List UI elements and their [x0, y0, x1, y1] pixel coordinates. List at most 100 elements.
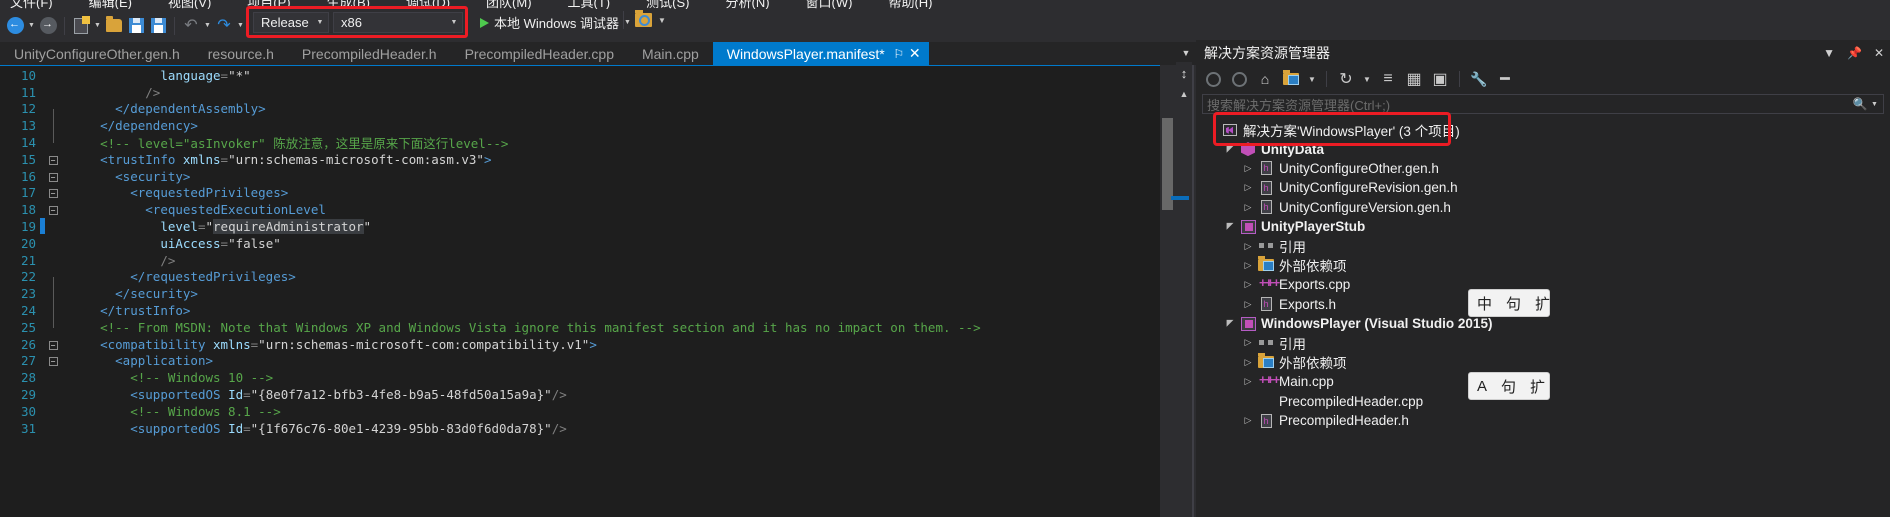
horizontal-splitter-grip[interactable] — [1171, 196, 1189, 200]
collapse-all-icon[interactable]: ≡ — [1377, 68, 1399, 90]
menu-item-11[interactable]: 帮助(H) — [888, 0, 932, 9]
find-in-files-icon[interactable] — [635, 10, 652, 27]
collapse-region-icon[interactable]: − — [48, 340, 58, 350]
code-line[interactable]: 24 </trustInfo> — [0, 302, 1175, 328]
tree-item[interactable]: ▷ UnityConfigureVersion.gen.h — [1196, 198, 1890, 217]
menu-item-10[interactable]: 窗口(W) — [806, 0, 853, 9]
tree-item[interactable]: ▷ 引用 — [1196, 236, 1890, 255]
document-tab-1[interactable]: resource.h — [193, 42, 288, 65]
tree-item[interactable]: ▷ 引用 — [1196, 333, 1890, 352]
fold-margin[interactable]: − — [42, 353, 64, 368]
navigate-back-dropdown-icon[interactable]: ▼ — [26, 15, 37, 37]
code-line[interactable]: 12 </dependentAssembly> — [0, 101, 1175, 126]
solution-platform-dropdown[interactable]: x86 ▼ — [333, 12, 463, 33]
code-line[interactable]: 31 <supportedOS Id="{1f676c76-80e1-4239-… — [0, 420, 1175, 437]
tree-item[interactable]: ▷ UnityConfigureRevision.gen.h — [1196, 178, 1890, 197]
collapsed-twisty-icon[interactable]: ▷ — [1240, 376, 1256, 387]
code-line[interactable]: 17 − <requestedPrivileges> — [0, 185, 1175, 202]
sync-with-active-document-icon[interactable] — [1280, 68, 1302, 90]
code-line[interactable]: 26 − <compatibility xmlns="urn:schemas-mi… — [0, 336, 1175, 353]
tree-item[interactable]: ▷ 外部依赖项 — [1196, 353, 1890, 372]
panel-splitter[interactable] — [1192, 65, 1194, 517]
collapse-region-icon[interactable]: − — [48, 172, 58, 182]
collapse-region-icon[interactable]: − — [48, 357, 58, 367]
editor-split-handle[interactable]: ↕ — [1176, 62, 1192, 84]
code-editor[interactable]: 10 language="*" 11 /> 12 </dependentAssemb… — [0, 65, 1175, 517]
ime-status-bar-top[interactable]: 中句扩 — [1468, 289, 1550, 317]
chevron-down-icon[interactable]: ▼ — [1361, 68, 1373, 90]
code-line[interactable]: 18 − <requestedExecutionLevel — [0, 201, 1175, 218]
solution-tree[interactable]: 解决方案'WindowsPlayer' (3 个项目) ◢ UnityData ▷ Un… — [1196, 120, 1890, 517]
ime-button-0-0[interactable]: 中 — [1477, 293, 1492, 314]
collapsed-twisty-icon[interactable]: ▷ — [1240, 415, 1256, 426]
collapse-region-icon[interactable]: − — [48, 206, 58, 216]
code-line[interactable]: 27 − <application> — [0, 353, 1175, 370]
refresh-icon[interactable]: ↻ — [1335, 68, 1357, 90]
code-line[interactable]: 11 /> — [0, 84, 1175, 101]
show-all-files-icon[interactable]: ▦ — [1403, 68, 1425, 90]
fold-margin[interactable]: − — [42, 185, 64, 200]
ime-button-0-2[interactable]: 扩 — [1535, 293, 1550, 314]
collapse-region-icon[interactable]: − — [48, 155, 58, 165]
chevron-down-icon[interactable]: ▼ — [1871, 101, 1883, 108]
start-debugging-button[interactable]: 本地 Windows 调试器 ▼ — [480, 12, 631, 33]
forward-icon[interactable] — [1228, 68, 1250, 90]
ime-button-1-0[interactable]: A — [1477, 378, 1487, 395]
menu-item-7[interactable]: 工具(T) — [568, 0, 611, 9]
code-line[interactable]: 28 <!-- Windows 10 --> — [0, 369, 1175, 386]
menu-item-1[interactable]: 编辑(E) — [89, 0, 132, 9]
pin-icon[interactable]: ⚐ — [891, 47, 907, 61]
tree-item[interactable]: ◢ UnityPlayerStub — [1196, 217, 1890, 236]
collapsed-twisty-icon[interactable]: ▷ — [1240, 182, 1256, 193]
close-icon[interactable]: ✕ — [1874, 46, 1884, 60]
code-line[interactable]: 25 <!-- From MSDN: Note that Windows XP … — [0, 319, 1175, 336]
code-line[interactable]: 22 </requestedPrivileges> — [0, 269, 1175, 294]
collapsed-twisty-icon[interactable]: ▷ — [1240, 241, 1256, 252]
code-line[interactable]: 15 − <trustInfo xmlns="urn:schemas-micros… — [0, 151, 1175, 168]
back-icon[interactable] — [1202, 68, 1224, 90]
menu-item-6[interactable]: 团队(M) — [486, 0, 532, 9]
collapsed-twisty-icon[interactable]: ▷ — [1240, 299, 1256, 310]
redo-dropdown-icon[interactable]: ▼ — [235, 15, 246, 37]
undo-dropdown-icon[interactable]: ▼ — [202, 15, 213, 37]
ime-status-bar-bottom[interactable]: A句扩 — [1468, 372, 1550, 400]
code-line[interactable]: 16 − <security> — [0, 168, 1175, 185]
code-line[interactable]: 30 <!-- Windows 8.1 --> — [0, 403, 1175, 420]
tree-item[interactable]: ▷ PrecompiledHeader.h — [1196, 411, 1890, 430]
collapsed-twisty-icon[interactable]: ▷ — [1240, 202, 1256, 213]
ime-button-1-1[interactable]: 句 — [1501, 376, 1516, 397]
tree-item[interactable]: ▷ 外部依赖项 — [1196, 256, 1890, 275]
fold-margin[interactable]: − — [42, 169, 64, 184]
menu-item-0[interactable]: 文件(F) — [10, 0, 53, 9]
code-line[interactable]: 10 language="*" — [0, 67, 1175, 84]
code-line[interactable]: 29 <supportedOS Id="{8e0f7a12-bfb3-4fe8-… — [0, 386, 1175, 403]
menu-item-2[interactable]: 视图(V) — [168, 0, 211, 9]
solution-configuration-dropdown[interactable]: Release ▼ — [253, 12, 329, 33]
scroll-up-arrow-icon[interactable]: ▲ — [1176, 86, 1192, 102]
properties-icon[interactable]: 🔧 — [1468, 68, 1490, 90]
expanded-twisty-icon[interactable]: ◢ — [1222, 144, 1238, 155]
collapsed-twisty-icon[interactable]: ▷ — [1240, 163, 1256, 174]
fold-margin[interactable]: − — [42, 202, 64, 217]
collapsed-twisty-icon[interactable]: ▷ — [1240, 357, 1256, 368]
document-tab-2[interactable]: PrecompiledHeader.h — [287, 42, 451, 65]
chevron-down-icon[interactable]: ▼ — [1306, 68, 1318, 90]
properties-window-icon[interactable]: ━ — [1494, 68, 1516, 90]
preview-selected-items-icon[interactable]: ▣ — [1429, 68, 1451, 90]
close-icon[interactable]: ✕ — [907, 45, 923, 62]
save-all-icon[interactable] — [147, 15, 169, 37]
collapsed-twisty-icon[interactable]: ▷ — [1240, 337, 1256, 348]
pin-icon[interactable]: 📌 — [1847, 46, 1862, 60]
new-item-dropdown-icon[interactable]: ▼ — [92, 15, 103, 37]
collapsed-twisty-icon[interactable]: ▷ — [1240, 260, 1256, 271]
redo-icon[interactable]: ↷ — [213, 15, 235, 37]
document-tab-0[interactable]: UnityConfigureOther.gen.h — [0, 42, 194, 65]
expanded-twisty-icon[interactable]: ◢ — [1222, 221, 1238, 232]
tree-item[interactable]: 解决方案'WindowsPlayer' (3 个项目) — [1196, 120, 1890, 139]
expanded-twisty-icon[interactable]: ◢ — [1222, 318, 1238, 329]
code-line[interactable]: 23 </security> — [0, 285, 1175, 311]
code-line[interactable]: 13 </dependency> — [0, 117, 1175, 143]
ime-button-0-1[interactable]: 句 — [1506, 293, 1521, 314]
code-line[interactable]: 19 level="requireAdministrator" — [0, 218, 1175, 235]
save-icon[interactable] — [125, 15, 147, 37]
